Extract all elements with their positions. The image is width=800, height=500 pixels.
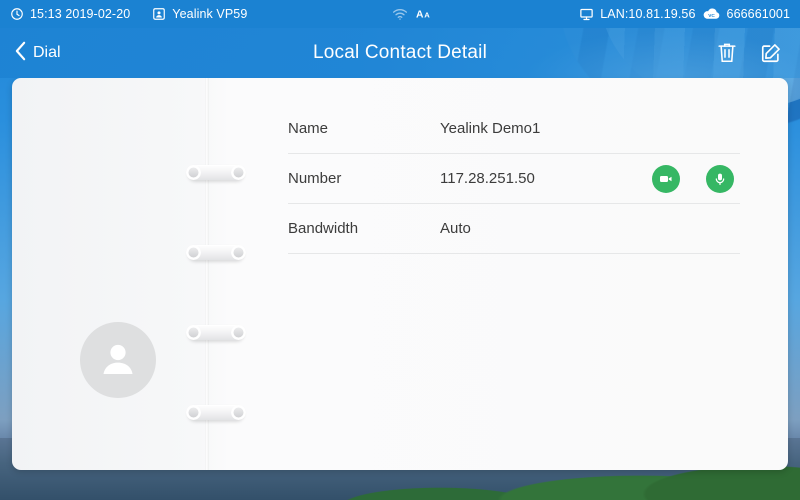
status-bar-left: 15:13 2019-02-20 Yealink VP59 [0,7,247,21]
edit-pencil-icon[interactable] [760,42,782,64]
font-size-icon: A A [416,7,434,21]
status-bar: 15:13 2019-02-20 Yealink VP59 A A LAN:10… [0,0,800,28]
contact-detail-list: Name Yealink Demo1 Number 117.28.251.50 [288,104,740,254]
status-datetime: 15:13 2019-02-20 [30,7,131,21]
svg-text:A: A [416,9,424,20]
row-label-number: Number [288,170,342,187]
binder-ring [186,325,246,340]
row-actions-number [652,164,740,193]
svg-text:VC: VC [708,13,715,19]
row-label-bandwidth: Bandwidth [288,220,359,237]
table-row: Bandwidth Auto [288,204,740,254]
trash-icon[interactable] [716,41,738,65]
avatar [80,322,156,398]
row-label-name: Name [288,120,329,137]
row-value-number: 117.28.251.50 [440,170,535,187]
wifi-icon [392,7,408,21]
phone-screen: 15:13 2019-02-20 Yealink VP59 A A LAN:10… [0,0,800,500]
person-placeholder-icon [96,336,140,385]
status-bar-right: LAN:10.81.19.56 VC 666661001 [579,7,800,22]
audio-call-icon[interactable] [706,164,734,193]
row-value-bandwidth: Auto [440,220,471,237]
contact-card-icon [152,7,166,21]
binder-ring [186,405,246,420]
binder-ring [186,165,246,180]
svg-text:A: A [425,10,431,19]
contact-detail-card: Name Yealink Demo1 Number 117.28.251.50 [12,78,788,470]
monitor-icon [579,7,594,22]
clock-icon [10,7,24,21]
row-value-name: Yealink Demo1 [440,120,541,137]
video-call-icon[interactable] [652,164,680,193]
back-button[interactable]: Dial [0,28,75,78]
status-lan-address: LAN:10.81.19.56 [600,7,696,21]
table-row: Number 117.28.251.50 [288,154,740,204]
table-row: Name Yealink Demo1 [288,104,740,154]
title-bar: Dial Local Contact Detail [0,28,800,78]
status-device-name: Yealink VP59 [172,7,248,21]
binder-ring [186,245,246,260]
vc-cloud-icon: VC [702,7,721,21]
status-account-number: 666661001 [726,7,790,21]
status-bar-center: A A [247,7,579,21]
title-bar-actions [716,28,792,78]
back-button-label: Dial [33,44,61,61]
page-title: Local Contact Detail [312,42,488,63]
chevron-left-icon [14,41,27,66]
